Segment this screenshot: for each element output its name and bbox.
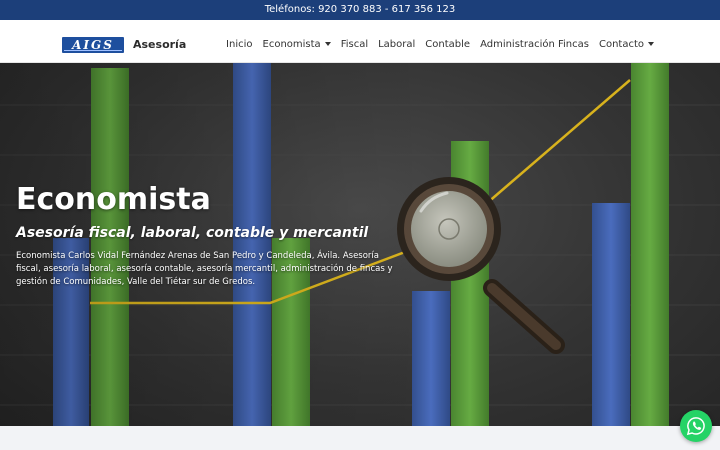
- bar-green-4: [631, 63, 669, 426]
- main-menu: Inicio Economista Fiscal Laboral Contabl…: [226, 37, 654, 53]
- nav-fiscal[interactable]: Fiscal: [341, 37, 368, 53]
- logo-underline: [64, 50, 122, 51]
- nav-contable[interactable]: Contable: [425, 37, 470, 53]
- nav-inicio[interactable]: Inicio: [226, 37, 252, 53]
- nav-laboral[interactable]: Laboral: [378, 37, 415, 53]
- hero-description: Economista Carlos Vidal Fernández Arenas…: [16, 251, 393, 287]
- whatsapp-icon: [686, 417, 705, 436]
- top-contact-bar: Teléfonos: 920 370 883 - 617 356 123: [0, 0, 720, 20]
- brand-name[interactable]: Asesoría: [133, 37, 186, 53]
- nav-economista-label: Economista: [262, 39, 321, 50]
- nav-contable-label: Contable: [425, 39, 471, 50]
- hero-shade: [0, 63, 430, 426]
- nav-laboral-label: Laboral: [378, 39, 416, 50]
- nav-economista[interactable]: Economista: [263, 37, 331, 53]
- nav-inicio-label: Inicio: [226, 39, 253, 50]
- nav-administracion-fincas-label: Administración Fincas: [480, 39, 589, 50]
- chevron-down-icon: [648, 42, 654, 46]
- hero-banner: Economista Asesoría fiscal, laboral, con…: [0, 63, 720, 426]
- navbar: AIGS Asesoría Inicio Economista Fiscal L…: [0, 20, 720, 63]
- hero-subtitle: Asesoría fiscal, laboral, contable y mer…: [16, 225, 369, 241]
- nav-contacto[interactable]: Contacto: [599, 37, 654, 53]
- site-logo[interactable]: AIGS: [62, 37, 124, 53]
- hero-title: Economista: [16, 182, 211, 217]
- bar-blue-4: [592, 203, 630, 426]
- nav-contacto-label: Contacto: [598, 39, 644, 50]
- nav-fiscal-label: Fiscal: [340, 39, 369, 50]
- nav-administracion-fincas[interactable]: Administración Fincas: [480, 37, 589, 53]
- phone-numbers: Teléfonos: 920 370 883 - 617 356 123: [264, 4, 456, 15]
- chevron-down-icon: [324, 42, 331, 46]
- whatsapp-button[interactable]: [680, 410, 712, 442]
